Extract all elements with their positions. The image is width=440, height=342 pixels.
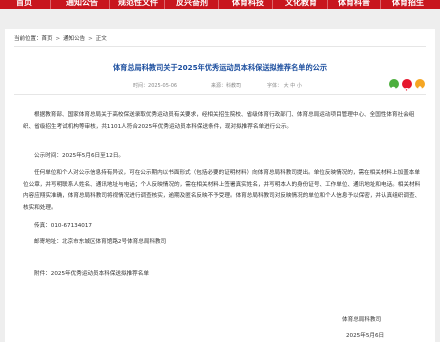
nav-item-sports-tech[interactable]: 体育科技 — [232, 0, 264, 9]
nav-separator — [50, 0, 51, 9]
nav-separator — [327, 0, 328, 9]
font-size-medium[interactable]: 中 — [290, 83, 295, 89]
date-label: 时间： — [133, 83, 149, 89]
sign-date: 2025年5月6日 — [346, 333, 385, 339]
wechat-icon[interactable] — [389, 79, 399, 92]
attachment: 附件：2025年优秀运动员本科保送拟推荐名单 — [34, 269, 434, 281]
article-source: 来源：科教司 — [211, 82, 241, 89]
date-value: 2025-05-06 — [148, 83, 178, 89]
breadcrumb-separator: > — [88, 36, 93, 42]
attachment-link[interactable]: 2025年优秀运动员本科保送拟推荐名单 — [51, 271, 149, 277]
signature: 体育总局科教司 — [342, 317, 382, 323]
fax-value: 010-67134017 — [50, 223, 92, 229]
nav-item-admissions[interactable]: 体育招生 — [392, 0, 424, 9]
font-size-large[interactable]: 大 — [284, 83, 289, 89]
breadcrumb-prefix: 当前位置： — [14, 36, 42, 42]
breadcrumb-item-notices[interactable]: 通知公告 — [63, 36, 85, 42]
font-size-label: 字体： — [267, 83, 283, 89]
qq-icon[interactable] — [415, 79, 425, 92]
article-paragraph-objection: 任何单位和个人对公示信息持有异议，可在公示期内以书面形式（包括必要的证明材料）向… — [23, 170, 421, 211]
nav-separator — [109, 0, 110, 9]
weibo-icon[interactable] — [402, 79, 412, 92]
font-size-small[interactable]: 小 — [297, 83, 302, 89]
article-date: 时间：2025-05-06 — [133, 82, 177, 89]
nav-item-science-popularization[interactable]: 体育科普 — [338, 0, 370, 9]
breadcrumb-item-home[interactable]: 首页 — [42, 36, 53, 42]
article-paragraph-period: 公示时间：2025年5月6日至12日。 — [34, 153, 125, 159]
article-card: 当前位置：首页 > 通知公告 > 正文 体育总局科教司关于2025年优秀运动员本科保送拟… — [5, 29, 435, 342]
nav-separator — [218, 0, 219, 9]
breadcrumb-separator: > — [55, 36, 61, 42]
source-value: 科教司 — [226, 83, 242, 89]
fax-label: 传真： — [34, 223, 51, 229]
breadcrumb-divider — [14, 46, 426, 47]
font-size-switcher: 字体： 大 中 小 — [267, 82, 302, 89]
breadcrumb: 当前位置：首页 > 通知公告 > 正文 — [14, 34, 107, 42]
contact-address: 邮寄地址：北京市东城区体育馆路2号体育总局科教司 — [34, 237, 434, 249]
address-value: 北京市东城区体育馆路2号体育总局科教司 — [61, 239, 167, 245]
source-label: 来源： — [211, 83, 227, 89]
top-nav-bar: 首页 通知公告 规范性文件 反兴奋剂 体育科技 文化教育 体育科普 体育招生 — [0, 0, 440, 9]
nav-item-anti-doping[interactable]: 反兴奋剂 — [176, 0, 208, 9]
nav-separator — [272, 0, 273, 9]
nav-item-regulations[interactable]: 规范性文件 — [118, 0, 158, 9]
nav-item-home[interactable]: 首页 — [16, 0, 32, 9]
contact-fax: 传真：010-67134017 — [34, 221, 434, 233]
article-paragraph-intro: 根据教育部、国家体育总局关于高校保送录取优秀运动员有关要求，经相关招生院校、省级… — [23, 112, 415, 130]
meta-divider — [14, 94, 426, 95]
address-label: 邮寄地址： — [34, 239, 62, 245]
nav-separator — [380, 0, 381, 9]
attachment-label: 附件： — [34, 271, 51, 277]
nav-item-culture-education[interactable]: 文化教育 — [285, 0, 317, 9]
nav-item-notices[interactable]: 通知公告 — [66, 0, 98, 9]
nav-separator — [164, 0, 165, 9]
breadcrumb-item-current: 正文 — [95, 36, 107, 42]
article-title: 体育总局科教司关于2025年优秀运动员本科保送拟推荐名单的公示 — [112, 63, 328, 72]
